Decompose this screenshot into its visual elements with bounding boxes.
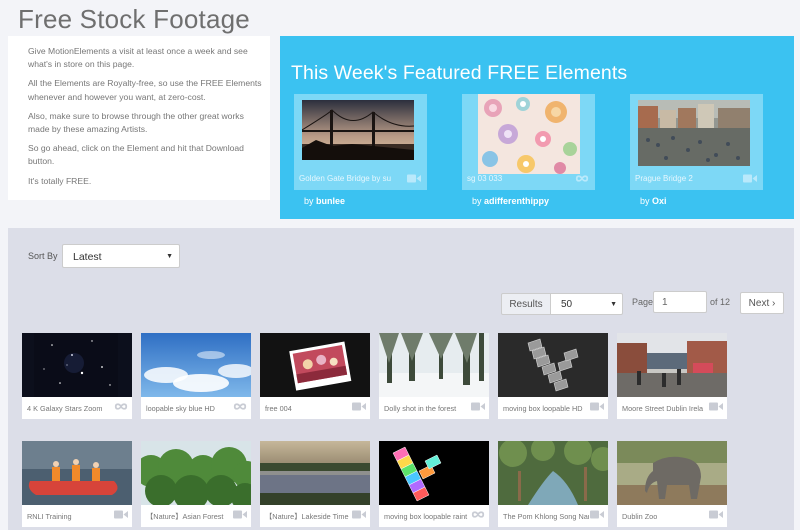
footage-caption: 【Nature】Lakeside Time bbox=[265, 512, 349, 521]
featured-heading: This Week's Featured FREE Elements bbox=[291, 62, 628, 84]
thumbnail-lakeside[interactable] bbox=[260, 441, 370, 505]
infinity-loop-icon bbox=[233, 402, 247, 411]
footage-card[interactable]: Dublin Zoo bbox=[617, 441, 727, 527]
author-link[interactable]: bunlee bbox=[316, 196, 345, 206]
footage-caption: 4 K Galaxy Stars Zoom bbox=[27, 404, 103, 413]
footage-caption: 【Nature】Asian Forest bbox=[146, 512, 224, 521]
video-camera-icon bbox=[743, 174, 757, 183]
featured-thumbnail[interactable]: Prague Bridge 2 bbox=[630, 94, 763, 190]
footage-browser: Sort By Latest ▼ Results 50 ▼ Page 1 of … bbox=[8, 228, 794, 530]
footage-card[interactable]: Moore Street Dublin Irela bbox=[617, 333, 727, 419]
featured-image-golden-gate-bridge[interactable] bbox=[302, 100, 414, 160]
sort-value: Latest bbox=[73, 251, 102, 263]
author-link[interactable]: adifferenthippy bbox=[484, 196, 549, 206]
footage-card[interactable]: loopable sky blue HD bbox=[141, 333, 251, 419]
thumbnail-moving-box[interactable] bbox=[498, 333, 608, 397]
thumbnail-galaxy-stars[interactable] bbox=[22, 333, 132, 397]
page-label: Page bbox=[632, 297, 654, 307]
video-camera-icon bbox=[407, 174, 421, 183]
footage-card[interactable]: free 004 bbox=[260, 333, 370, 419]
page-count: of 12 bbox=[710, 297, 731, 307]
video-camera-icon bbox=[709, 510, 723, 519]
page-number-input[interactable]: 1 bbox=[653, 291, 707, 313]
intro-paragraph: Also, make sure to browse through the ot… bbox=[28, 110, 244, 135]
footage-card[interactable]: 【Nature】Asian Forest bbox=[141, 441, 251, 527]
thumbnail-pom-khlong[interactable] bbox=[498, 441, 608, 505]
sort-select[interactable]: Latest ▼ bbox=[62, 244, 180, 268]
sort-label: Sort By bbox=[28, 251, 58, 261]
video-camera-icon bbox=[471, 402, 485, 411]
thumbnail-sky-blue[interactable] bbox=[141, 333, 251, 397]
intro-panel: Give MotionElements a visit at least onc… bbox=[8, 36, 270, 200]
thumbnail-moore-street[interactable] bbox=[617, 333, 727, 397]
featured-image-prague-bridge[interactable] bbox=[638, 100, 750, 166]
featured-caption: Prague Bridge 2 bbox=[635, 174, 693, 183]
featured-image-floral-pattern[interactable] bbox=[478, 94, 580, 174]
results-per-page: Results 50 ▼ bbox=[501, 293, 623, 315]
featured-thumbnail[interactable]: sg 03 033 bbox=[462, 94, 595, 190]
footage-caption: moving box loopable HD bbox=[503, 404, 583, 413]
footage-card[interactable]: moving box loopable HD bbox=[498, 333, 608, 419]
by-label: by bbox=[472, 196, 482, 206]
footage-caption: Moore Street Dublin Irela bbox=[622, 404, 704, 413]
video-camera-icon bbox=[590, 402, 604, 411]
video-camera-icon bbox=[114, 510, 128, 519]
results-value: 50 bbox=[561, 299, 573, 310]
caret-down-icon: ▼ bbox=[166, 253, 173, 260]
featured-item[interactable]: sg 03 033 by adifferenthippy bbox=[462, 94, 595, 225]
footage-caption: loopable sky blue HD bbox=[146, 404, 215, 413]
footage-caption: moving box loopable raint bbox=[384, 512, 468, 521]
by-label: by bbox=[640, 196, 650, 206]
footage-card[interactable]: moving box loopable raint bbox=[379, 441, 489, 527]
video-camera-icon bbox=[233, 510, 247, 519]
video-camera-icon bbox=[352, 402, 366, 411]
author-link[interactable]: Oxi bbox=[652, 196, 667, 206]
next-page-button[interactable]: Next › bbox=[740, 292, 784, 314]
footage-card[interactable]: The Pom Khlong Song Nar bbox=[498, 441, 608, 527]
footage-card[interactable]: Dolly shot in the forest bbox=[379, 333, 489, 419]
infinity-loop-icon bbox=[575, 174, 589, 183]
results-label: Results bbox=[501, 293, 551, 315]
footage-caption: RNLI Training bbox=[27, 512, 72, 521]
intro-paragraph: So go ahead, click on the Element and hi… bbox=[28, 143, 244, 167]
footage-caption: Dublin Zoo bbox=[622, 512, 658, 521]
thumbnail-rnli-training[interactable] bbox=[22, 441, 132, 505]
thumbnail-rainbow-box[interactable] bbox=[379, 441, 489, 505]
featured-caption: Golden Gate Bridge by su bbox=[299, 174, 392, 183]
featured-author-line: by Oxi bbox=[640, 196, 667, 206]
intro-paragraph: Give MotionElements a visit at least onc… bbox=[28, 46, 248, 70]
intro-paragraph: It's totally FREE. bbox=[28, 175, 92, 186]
footage-card[interactable]: RNLI Training bbox=[22, 441, 132, 527]
thumbnail-asian-forest[interactable] bbox=[141, 441, 251, 505]
by-label: by bbox=[304, 196, 314, 206]
footage-caption: free 004 bbox=[265, 404, 292, 413]
featured-author-line: by bunlee bbox=[304, 196, 345, 206]
infinity-loop-icon bbox=[471, 510, 485, 519]
video-camera-icon bbox=[352, 510, 366, 519]
featured-item[interactable]: Golden Gate Bridge by su by bunlee bbox=[294, 94, 427, 225]
featured-item[interactable]: Prague Bridge 2 by Oxi bbox=[630, 94, 763, 225]
caret-down-icon: ▼ bbox=[610, 301, 617, 308]
footage-card[interactable]: 【Nature】Lakeside Time bbox=[260, 441, 370, 527]
video-camera-icon bbox=[590, 510, 604, 519]
featured-author-line: by adifferenthippy bbox=[472, 196, 549, 206]
intro-paragraph: All the Elements are Royalty-free, so us… bbox=[28, 78, 262, 102]
results-select[interactable]: 50 ▼ bbox=[551, 293, 623, 315]
footage-caption: The Pom Khlong Song Nar bbox=[503, 512, 589, 521]
thumbnail-free-004[interactable] bbox=[260, 333, 370, 397]
featured-caption: sg 03 033 bbox=[467, 174, 503, 183]
thumbnail-forest-dolly[interactable] bbox=[379, 333, 489, 397]
featured-panel: This Week's Featured FREE Elements Golde… bbox=[280, 36, 794, 219]
infinity-loop-icon bbox=[114, 402, 128, 411]
page-title: Free Stock Footage bbox=[18, 4, 250, 34]
footage-caption: Dolly shot in the forest bbox=[384, 404, 457, 413]
video-camera-icon bbox=[709, 402, 723, 411]
thumbnail-dublin-zoo[interactable] bbox=[617, 441, 727, 505]
footage-card[interactable]: 4 K Galaxy Stars Zoom bbox=[22, 333, 132, 419]
featured-thumbnail[interactable]: Golden Gate Bridge by su bbox=[294, 94, 427, 190]
